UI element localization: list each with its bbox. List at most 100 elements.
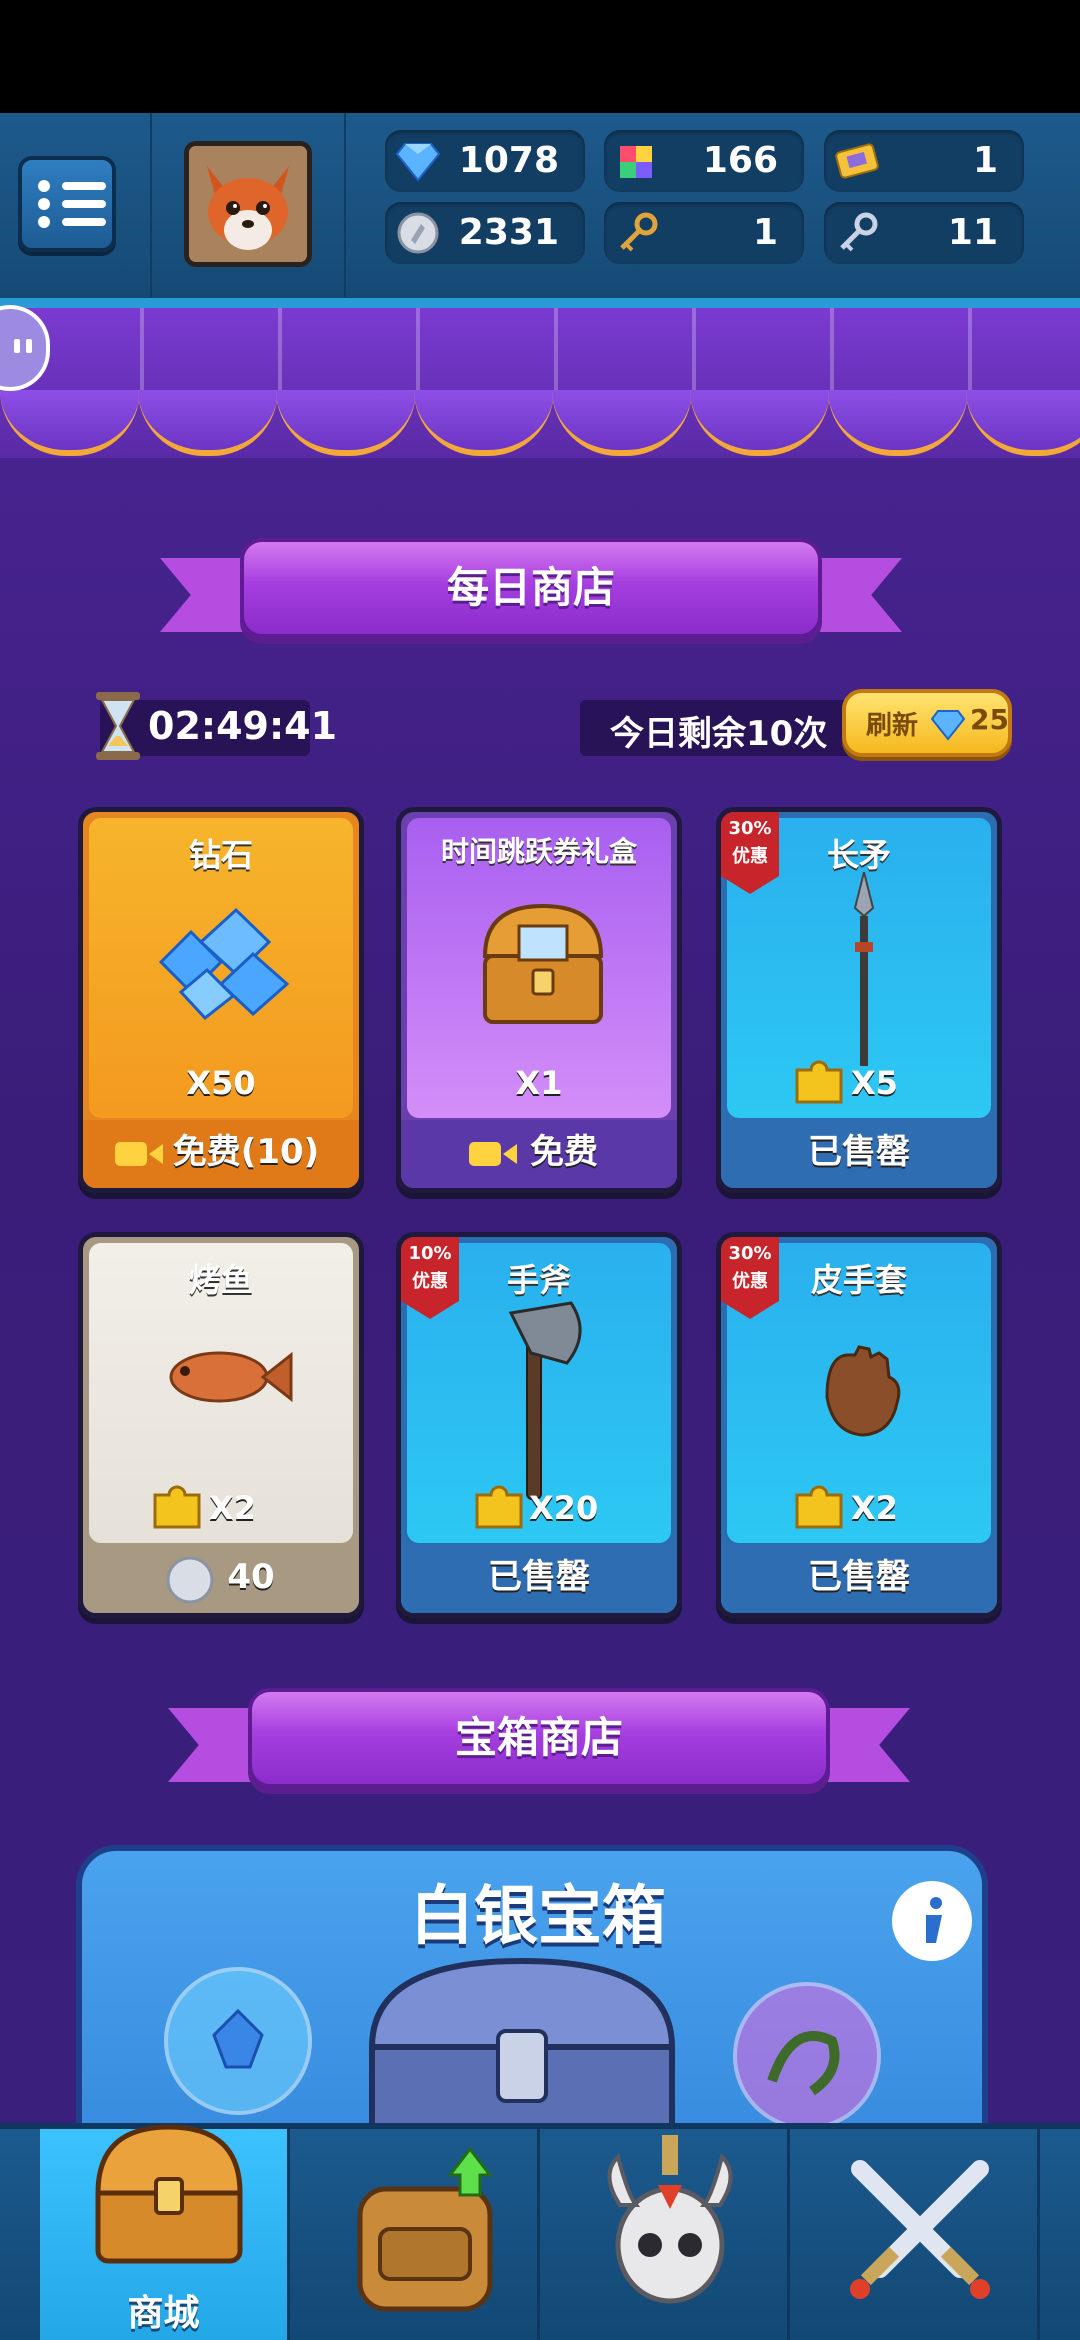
claim-free-button[interactable]: 免费: [401, 1120, 677, 1188]
nav-tab-shop[interactable]: 商城: [40, 2124, 290, 2340]
treasure-chest-icon: [95, 2124, 243, 2264]
sold-out-status: 已售罄: [721, 1120, 997, 1188]
daily-shop-banner: 每日商店: [160, 538, 902, 658]
refresh-label: 刷新: [866, 711, 919, 741]
awning-scallop: [690, 390, 830, 456]
item-title: 时间跳跃券礼盒: [440, 835, 637, 868]
shop-item-diamonds[interactable]: 钻石 X50 免费(10): [78, 807, 364, 1193]
silver-coin-icon: [397, 212, 439, 254]
diamond-counter[interactable]: 1078: [385, 130, 585, 192]
diamond-icon: [930, 710, 966, 741]
awning-scallop: [276, 390, 416, 456]
info-button[interactable]: [892, 1881, 972, 1961]
awning-scallop: [966, 390, 1080, 456]
item-footer: 已售罄: [488, 1557, 590, 1597]
chat-bubble-icon: [14, 339, 32, 353]
pink-item-bubble-icon: [733, 1982, 881, 2130]
silver-key-counter[interactable]: 11: [824, 202, 1024, 264]
item-footer: 已售罄: [808, 1557, 910, 1597]
daily-shop-title: 每日商店: [446, 563, 615, 612]
nav-tab-heroes[interactable]: [540, 2129, 790, 2340]
awning-scallop: [0, 390, 140, 456]
fox-avatar-icon: [189, 146, 307, 262]
ticket-count: 1: [972, 140, 998, 181]
ticket-icon: [835, 143, 879, 179]
claim-free-button[interactable]: 免费(10): [83, 1120, 359, 1188]
hand-axe-icon: [508, 1301, 582, 1500]
shop-item-time-ticket-box[interactable]: 时间跳跃券礼盒 X1 免费: [396, 807, 682, 1193]
shop-item-leather-gloves[interactable]: 30% 优惠 皮手套 X2 已售罄: [716, 1232, 1002, 1618]
spear-icon: [853, 872, 875, 1066]
bottom-navigation: 商城: [0, 2123, 1080, 2340]
puzzle-piece-icon: [475, 1485, 523, 1529]
shop-item-hand-axe[interactable]: 10% 优惠 手斧 X20 已售罄: [396, 1232, 682, 1618]
awning-scallop: [414, 390, 554, 456]
chest-shop-banner: 宝箱商店: [168, 1688, 910, 1808]
leather-glove-icon: [825, 1345, 901, 1437]
treasure-chest-icon: [482, 903, 604, 1024]
nav-edge: [1040, 2129, 1080, 2340]
chest-name: 白银宝箱: [410, 1880, 666, 1954]
item-title: 烤鱼: [188, 1261, 253, 1299]
silver-coin-icon: [166, 1556, 214, 1604]
item-footer: 已售罄: [808, 1132, 910, 1172]
sold-out-status: 已售罄: [401, 1545, 677, 1613]
item-title: 钻石: [188, 836, 253, 874]
video-ad-icon: [469, 1142, 517, 1166]
puzzle-piece-icon: [153, 1485, 201, 1529]
rainbow-puzzle-icon: [620, 146, 652, 178]
item-title: 长矛: [826, 836, 891, 874]
top-resource-bar: 1078 166 1 2331 1 11: [0, 113, 1080, 308]
awning-scallop: [552, 390, 692, 456]
shop-item-spear[interactable]: 30% 优惠 长矛 X5 已售罄: [716, 807, 1002, 1193]
puzzle-piece-icon: [795, 1060, 843, 1104]
nav-shop-label: 商城: [127, 2293, 200, 2334]
silver-key-icon: [840, 212, 878, 252]
gold-key-counter[interactable]: 1: [604, 202, 804, 264]
menu-icon: [38, 180, 50, 192]
item-quantity: X1: [515, 1064, 563, 1102]
shop-awning: [0, 308, 1080, 458]
diamond-count: 1078: [458, 140, 559, 181]
remaining-refreshes: 今日剩余10次: [610, 714, 828, 754]
banner-plate: 每日商店: [240, 538, 822, 638]
chest-shop-title: 宝箱商店: [454, 1713, 623, 1762]
status-bar: [0, 0, 1080, 113]
buy-with-silver-button[interactable]: 40: [83, 1545, 359, 1613]
refresh-button[interactable]: 刷新 25: [842, 689, 1012, 757]
refresh-cost: 25: [970, 703, 1009, 736]
hourglass-icon: [96, 692, 140, 760]
gold-key-icon: [620, 212, 658, 252]
skull-helmet-icon: [607, 2135, 733, 2304]
awning-scallop: [828, 390, 968, 456]
diamond-pile-icon: [158, 907, 290, 1021]
nav-tab-backpack[interactable]: [290, 2129, 540, 2340]
menu-icon: [38, 198, 50, 210]
blue-crystal-bubble-icon: [164, 1967, 312, 2115]
nav-edge: [0, 2129, 40, 2340]
item-quantity: X20: [529, 1489, 599, 1527]
item-quantity: X2: [851, 1489, 898, 1527]
menu-button[interactable]: [18, 156, 116, 252]
item-quantity: X5: [851, 1064, 898, 1102]
sold-out-status: 已售罄: [721, 1545, 997, 1613]
item-quantity: X50: [186, 1064, 256, 1102]
ticket-counter[interactable]: 1: [824, 130, 1024, 192]
puzzle-counter[interactable]: 166: [604, 130, 804, 192]
menu-icon-bar: [62, 182, 106, 190]
nav-tab-battle[interactable]: [790, 2129, 1040, 2340]
diamond-icon: [395, 143, 441, 182]
shop-item-grilled-fish[interactable]: 烤鱼 X2 40: [78, 1232, 364, 1618]
silver-coin-counter[interactable]: 2331: [385, 202, 585, 264]
silver-coin-count: 2331: [458, 212, 559, 253]
item-quantity: X2: [209, 1489, 256, 1527]
menu-icon: [38, 216, 50, 228]
menu-icon-bar: [62, 200, 106, 208]
refresh-timer: 02:49:41: [148, 704, 338, 748]
video-ad-icon: [115, 1142, 163, 1166]
puzzle-count: 166: [702, 140, 778, 181]
grilled-fish-icon: [169, 1351, 293, 1403]
gold-key-count: 1: [752, 212, 778, 253]
header-divider: [344, 113, 346, 298]
avatar[interactable]: [184, 141, 312, 267]
